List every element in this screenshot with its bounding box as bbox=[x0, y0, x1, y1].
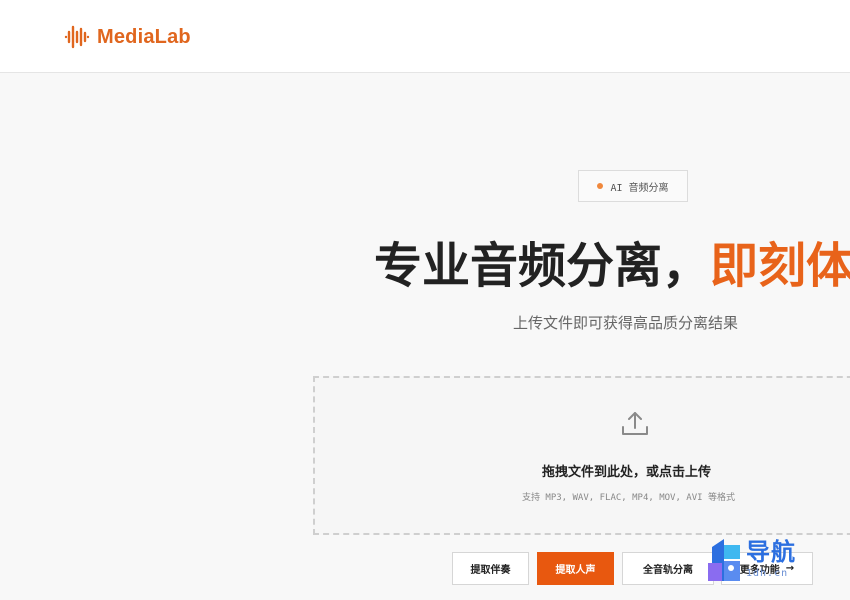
ai-badge: AI 音频分离 bbox=[578, 170, 688, 202]
badge-label: AI 音频分离 bbox=[610, 182, 669, 194]
brand-logo[interactable]: MediaLab bbox=[64, 23, 191, 51]
sound-wave-icon bbox=[64, 24, 90, 50]
extract-vocals-button[interactable]: 提取人声 bbox=[537, 552, 614, 585]
page-subtitle: 上传文件即可获得高品质分离结果 bbox=[513, 314, 739, 332]
site-watermark: 导航 1dh.cn bbox=[706, 537, 814, 585]
upload-title: 拖拽文件到此处，或点击上传 bbox=[542, 465, 712, 480]
all-tracks-button[interactable]: 全音轨分离 bbox=[622, 552, 714, 585]
watermark-logo-icon bbox=[706, 537, 742, 587]
upload-icon bbox=[620, 409, 650, 443]
supported-formats: 支持 MP3, WAV, FLAC, MP4, MOV, AVI 等格式 bbox=[522, 493, 735, 503]
title-main: 专业音频分离， bbox=[374, 238, 711, 294]
top-header: MediaLab bbox=[0, 0, 850, 73]
brand-name: MediaLab bbox=[97, 25, 191, 48]
upload-dropzone[interactable]: 拖拽文件到此处，或点击上传 支持 MP3, WAV, FLAC, MP4, MO… bbox=[313, 376, 850, 535]
watermark-url: 1dh.cn bbox=[746, 568, 789, 579]
badge-dot bbox=[597, 183, 604, 189]
extract-accompaniment-button[interactable]: 提取伴奏 bbox=[452, 552, 529, 585]
page-title: 专业音频分离，即刻体 bbox=[374, 236, 850, 296]
watermark-title: 导航 bbox=[746, 538, 796, 566]
title-accent: 即刻体 bbox=[710, 238, 850, 294]
